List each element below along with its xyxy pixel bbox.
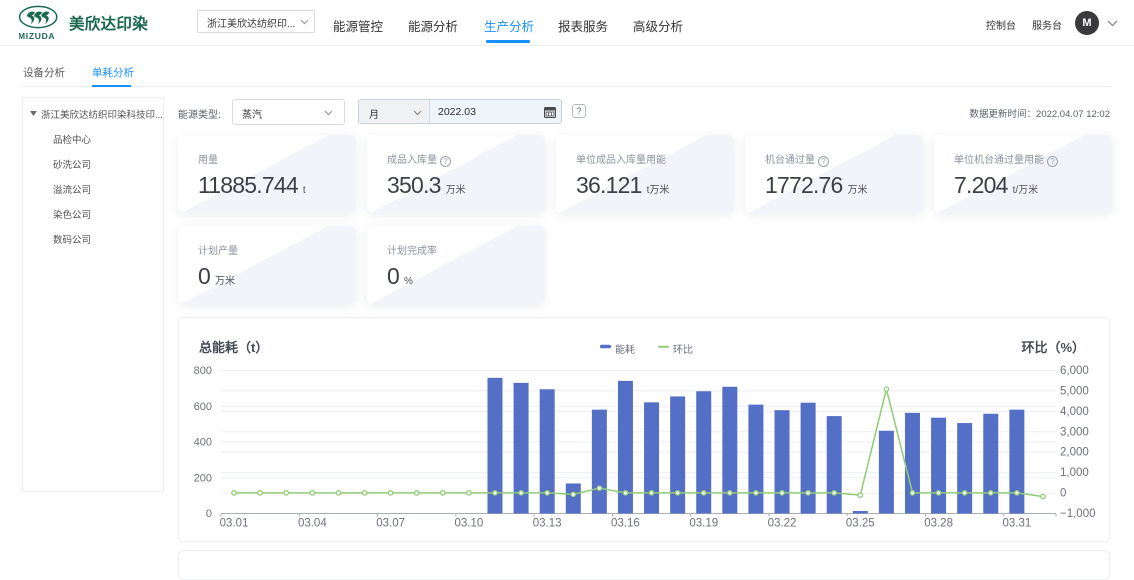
svg-text:400: 400 [194,437,212,449]
svg-text:MIZUDA: MIZUDA [19,31,55,41]
svg-text:03.19: 03.19 [689,518,718,530]
svg-text:03.31: 03.31 [1002,518,1031,530]
svg-text:03.13: 03.13 [533,518,562,530]
svg-text:1,000: 1,000 [1060,467,1089,479]
svg-text:0: 0 [1060,488,1066,500]
svg-text:03.04: 03.04 [298,518,327,530]
svg-text:4,000: 4,000 [1060,406,1089,418]
svg-text:6,000: 6,000 [1060,365,1089,377]
svg-text:03.16: 03.16 [611,518,640,530]
svg-text:200: 200 [194,472,212,484]
svg-text:−1,000: −1,000 [1060,508,1096,520]
svg-text:03.07: 03.07 [376,518,405,530]
svg-text:03.01: 03.01 [220,518,249,530]
svg-text:3,000: 3,000 [1060,426,1089,438]
svg-text:03.22: 03.22 [768,518,797,530]
svg-text:2,000: 2,000 [1060,447,1089,459]
svg-text:0: 0 [206,508,212,520]
svg-text:5,000: 5,000 [1060,385,1089,397]
svg-text:03.10: 03.10 [454,518,483,530]
svg-text:环比: 环比 [673,344,693,356]
svg-text:800: 800 [194,365,212,377]
svg-text:能耗: 能耗 [615,343,635,356]
svg-text:03.25: 03.25 [846,518,875,530]
svg-text:600: 600 [194,401,212,413]
svg-text:03.28: 03.28 [924,518,953,530]
